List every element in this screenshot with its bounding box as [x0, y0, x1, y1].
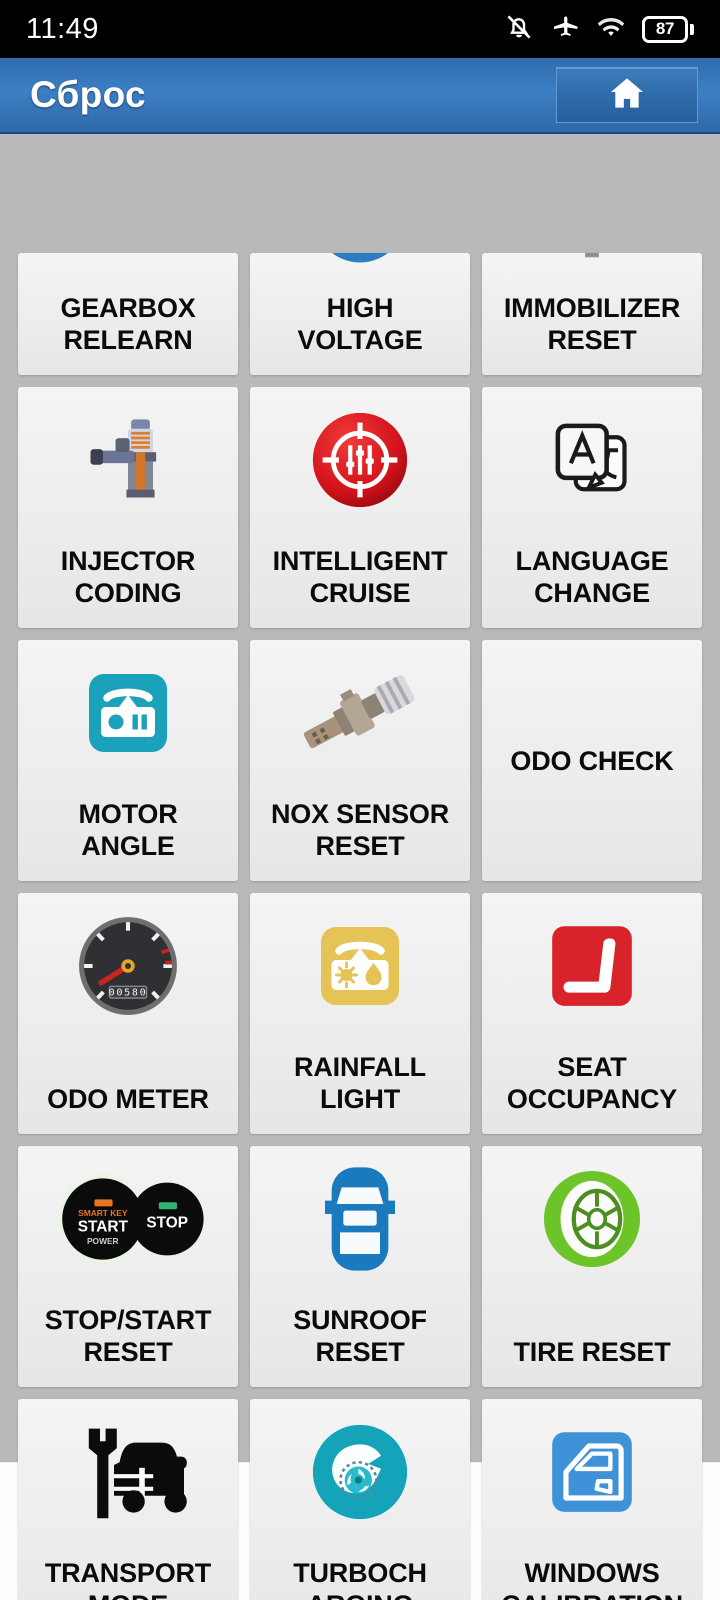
tile-label: SEAT OCCUPANCY [506, 1052, 678, 1115]
battery-tip [690, 23, 694, 35]
tile-label: SUNROOF RESET [293, 1305, 427, 1368]
windows-calibration-icon [488, 1413, 696, 1531]
tile-odo-meter[interactable]: 00580 ODO METER [18, 893, 238, 1134]
svg-text:00580: 00580 [109, 988, 148, 999]
tile-transport-mode[interactable]: TRANSPORTMODE [18, 1399, 238, 1600]
function-tile-grid: GEARBOX RELEARN HIGH VOLTAGE IMMOBILIZER RE… [0, 134, 720, 1600]
tile-stop-start-reset[interactable]: SMART KEY START POWER STOP STOP/START RES… [18, 1146, 238, 1387]
tile-label: TRANSPORTMODE [44, 1558, 212, 1600]
tile-nox-sensor-reset[interactable]: NOX SENSOR RESET [250, 640, 470, 881]
tile-label: ODO CHECK [510, 745, 674, 776]
injector-icon [24, 401, 232, 519]
tile-label: NOX SENSOR RESET [270, 799, 450, 862]
svg-text:SMART KEY: SMART KEY [78, 1208, 128, 1218]
status-icon-group: 87 [504, 12, 694, 47]
status-bar: 11:49 87 [0, 0, 720, 58]
tile-language-change[interactable]: LANGUAGE CHANGE [482, 387, 702, 628]
tile-rainfall-light[interactable]: RAINFALL LIGHT [250, 893, 470, 1134]
app-title-bar: Сброс [0, 58, 720, 134]
battery-percent-label: 87 [642, 15, 688, 43]
tile-label: TURBOCHARGING [293, 1558, 427, 1600]
tile-label: MOTOR ANGLE [78, 799, 178, 862]
odometer-icon: 00580 [24, 907, 232, 1025]
tile-label: IMMOBILIZER RESET [503, 293, 681, 356]
tile-label: LANGUAGE CHANGE [515, 546, 669, 609]
stop-start-icon: SMART KEY START POWER STOP [24, 1160, 232, 1278]
tile-seat-occupancy[interactable]: SEAT OCCUPANCY [482, 893, 702, 1134]
svg-text:START: START [78, 1219, 129, 1236]
battery-icon: 87 [642, 15, 694, 43]
tile-label: RAINFALL LIGHT [294, 1052, 426, 1115]
tile-immobilizer-reset[interactable]: IMMOBILIZER RESET [482, 253, 702, 375]
tile-label: WINDOWSCALIBRATION [501, 1558, 683, 1600]
tile-motor-angle[interactable]: MOTOR ANGLE [18, 640, 238, 881]
tire-reset-icon [488, 1160, 696, 1278]
tile-label: HIGH VOLTAGE [297, 293, 423, 356]
rainfall-light-icon [256, 907, 464, 1025]
home-icon [605, 73, 649, 118]
turbocharging-icon [256, 1413, 464, 1531]
tile-high-voltage[interactable]: HIGH VOLTAGE [250, 253, 470, 375]
tile-label: ODO METER [47, 1084, 209, 1115]
tile-sunroof-reset[interactable]: SUNROOF RESET [250, 1146, 470, 1387]
tile-windows-calibration[interactable]: WINDOWSCALIBRATION [482, 1399, 702, 1600]
tile-label: TIRE RESET [513, 1337, 671, 1368]
motor-angle-icon [24, 654, 232, 772]
sunroof-icon [256, 1160, 464, 1278]
tile-turbocharging[interactable]: TURBOCHARGING [250, 1399, 470, 1600]
tile-label: GEARBOX RELEARN [60, 293, 196, 356]
svg-text:STOP: STOP [146, 1214, 188, 1231]
svg-text:POWER: POWER [87, 1236, 119, 1246]
seat-occupancy-icon [488, 907, 696, 1025]
tile-injector-coding[interactable]: INJECTOR CODING [18, 387, 238, 628]
home-button[interactable] [556, 67, 698, 123]
translate-icon [488, 401, 696, 519]
immobilizer-icon [537, 253, 647, 276]
tile-odo-check[interactable]: ODO CHECK [482, 640, 702, 881]
tile-label: INJECTOR CODING [60, 546, 196, 609]
status-time: 11:49 [26, 12, 99, 45]
high-voltage-icon [304, 253, 416, 278]
tile-intelligent-cruise[interactable]: INTELLIGENT CRUISE [250, 387, 470, 628]
tile-tire-reset[interactable]: TIRE RESET [482, 1146, 702, 1387]
gearbox-icon [73, 253, 183, 276]
intelligent-cruise-icon [256, 401, 464, 519]
tile-label: INTELLIGENT CRUISE [272, 546, 448, 609]
tile-gearbox-relearn[interactable]: GEARBOX RELEARN [18, 253, 238, 375]
bell-off-icon [504, 12, 534, 47]
wifi-icon [596, 12, 626, 47]
transport-mode-icon [24, 1413, 232, 1531]
nox-sensor-icon [256, 654, 464, 772]
tile-label: STOP/START RESET [44, 1305, 212, 1368]
airplane-mode-icon [550, 12, 580, 47]
page-title: Сброс [30, 74, 146, 115]
